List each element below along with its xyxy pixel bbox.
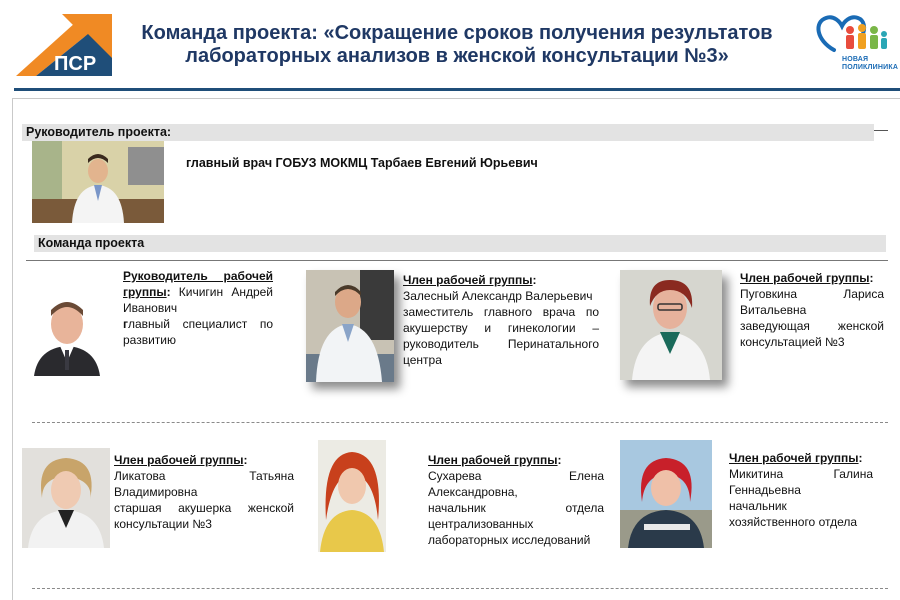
- member-role-4: Член рабочей группы: [114, 453, 244, 467]
- member-position-2: заместитель главного врача по акушерству…: [403, 305, 599, 367]
- header-divider: [14, 88, 900, 91]
- member-position-5: начальник отдела централизованных лабора…: [428, 501, 604, 547]
- row-separator-2: [32, 588, 888, 589]
- project-lead-bar-tick: [874, 130, 888, 131]
- member-card-3: Член рабочей группы: Пуговкина Лариса Ви…: [740, 271, 884, 349]
- member-card-2: Член рабочей группы: Залесный Александр …: [403, 273, 599, 367]
- row-separator-1: [32, 422, 888, 423]
- member-card-6: Член рабочей группы: Микитина Галина Ген…: [729, 451, 873, 529]
- member-name-6: Микитина Галина Геннадьевна: [729, 467, 873, 497]
- member-name-4: Ликатова Татьяна Владимировна: [114, 469, 294, 499]
- project-lead-description: главный врач ГОБУЗ МОКМЦ Тарбаев Евгений…: [186, 156, 538, 170]
- project-lead-section-label: Руководитель проекта:: [22, 124, 874, 141]
- member-card-5: Член рабочей группы: Сухарева Елена Алек…: [428, 453, 604, 547]
- page-title: Команда проекта: «Сокращение сроков полу…: [112, 22, 802, 68]
- psr-logo-text: ПСР: [54, 53, 96, 75]
- team-section-rule: [26, 260, 888, 261]
- member-card-4: Член рабочей группы: Ликатова Татьяна Вл…: [114, 453, 294, 531]
- member-photo-4: [22, 448, 110, 548]
- member-role-5: Член рабочей группы: [428, 453, 558, 467]
- member-name-3: Пуговкина Лариса Витальевна: [740, 287, 884, 317]
- member-photo-5: [318, 440, 386, 552]
- member-photo-1: [30, 290, 104, 376]
- member-photo-6: [620, 440, 712, 548]
- member-role-3: Член рабочей группы: [740, 271, 870, 285]
- member-name-5: Сухарева Елена Александровна,: [428, 469, 604, 499]
- new-clinic-logo-text: НОВАЯ ПОЛИКЛИНИКА: [842, 56, 898, 72]
- member-position-3: заведующая женской консультацией №3: [740, 319, 884, 349]
- member-role-2: Член рабочей группы: [403, 273, 533, 287]
- member-position-1: лавный специалист по развитию: [123, 317, 273, 347]
- team-section-label: Команда проекта: [34, 235, 886, 252]
- member-photo-2: [306, 270, 394, 382]
- member-position-4: старшая акушерка женской консультации №3: [114, 501, 294, 531]
- member-photo-3: [620, 270, 722, 380]
- page-title-line1: Команда проекта: «Сокращение сроков полу…: [141, 22, 773, 44]
- project-lead-photo: [32, 141, 164, 223]
- member-name-2: Залесный Александр Валерьевич: [403, 289, 593, 303]
- new-clinic-logo-text-line1: НОВАЯ: [842, 56, 869, 63]
- member-role-6: Член рабочей группы: [729, 451, 859, 465]
- page-title-line2: лабораторных анализов в женской консульт…: [185, 45, 729, 67]
- member-card-1: Руководитель рабочей группы: Кичигин Анд…: [123, 269, 273, 347]
- member-position-6: начальник хозяйственного отдела: [729, 499, 858, 529]
- psr-logo: ПСР: [14, 12, 114, 78]
- new-clinic-logo-text-line2: ПОЛИКЛИНИКА: [842, 64, 899, 71]
